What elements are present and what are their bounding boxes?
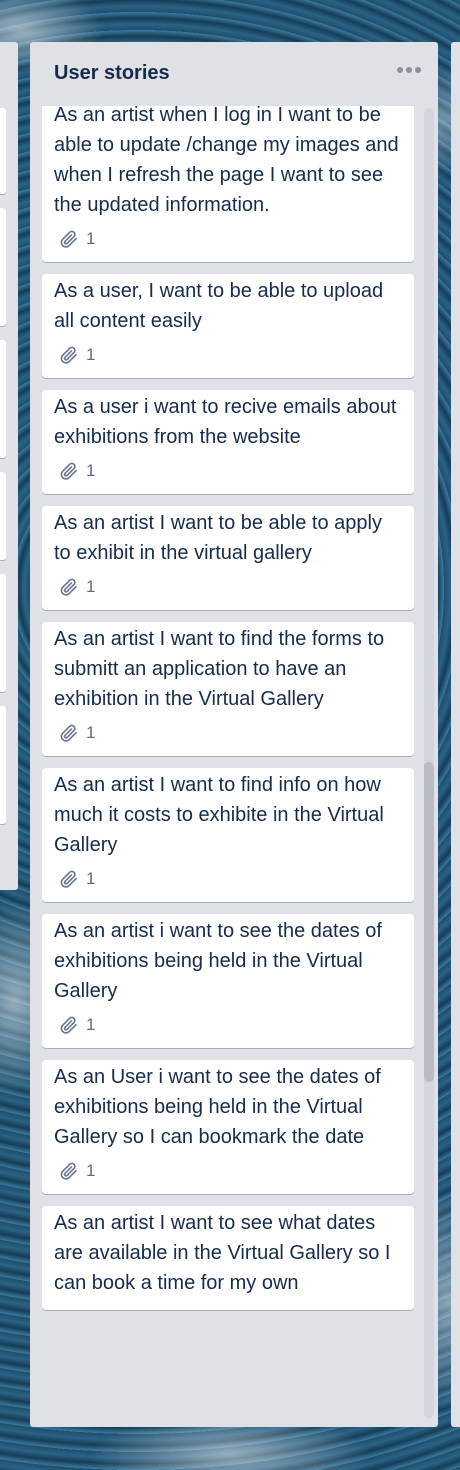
attachment-count: 1 xyxy=(86,577,96,596)
next-list-edge xyxy=(451,42,460,1427)
more-horizontal-icon[interactable] xyxy=(394,58,424,82)
attachment-count: 1 xyxy=(86,345,96,364)
attachment-count: 1 xyxy=(86,461,96,480)
attachment-badge: 1 xyxy=(54,461,95,481)
attachment-badge: 1 xyxy=(54,723,95,743)
card-badges: 1 xyxy=(54,868,402,890)
story-card[interactable]: As an artist I want to find info on how … xyxy=(42,768,414,902)
previous-list-edge xyxy=(0,42,18,890)
card-title: As an artist i want to see the dates of … xyxy=(54,920,382,1002)
card-title: As an User i want to see the dates of ex… xyxy=(54,1066,381,1148)
previous-list-card[interactable] xyxy=(0,340,6,458)
card-title: As an artist I want to be able to apply … xyxy=(54,512,382,564)
attachment-count: 1 xyxy=(86,869,96,888)
attachment-badge: 1 xyxy=(54,345,95,365)
paperclip-icon xyxy=(60,462,86,480)
attachment-badge: 1 xyxy=(54,577,95,597)
previous-list-card[interactable] xyxy=(0,208,6,326)
story-card[interactable]: As an User i want to see the dates of ex… xyxy=(42,1060,414,1194)
story-card[interactable]: As an artist i want to see the dates of … xyxy=(42,914,414,1048)
scrollbar-thumb[interactable] xyxy=(424,762,434,1082)
card-title: As an artist I want to find the forms to… xyxy=(54,628,385,710)
paperclip-icon xyxy=(60,1162,86,1180)
story-card[interactable]: As an artist when I log in I want to be … xyxy=(42,106,414,262)
list-title[interactable]: User stories xyxy=(54,62,170,85)
list-header: User stories xyxy=(30,42,438,106)
card-badges: 1 xyxy=(54,1160,402,1182)
card-title: As a user i want to recive emails about … xyxy=(54,396,397,448)
cards-container: As an artist when I log in I want to be … xyxy=(42,106,414,1427)
previous-list-card[interactable] xyxy=(0,472,6,560)
paperclip-icon xyxy=(60,1016,86,1034)
story-card[interactable]: As a user, I want to be able to upload a… xyxy=(42,274,414,378)
paperclip-icon xyxy=(60,870,86,888)
attachment-count: 1 xyxy=(86,229,96,248)
attachment-badge: 1 xyxy=(54,1161,95,1181)
story-card[interactable]: As an artist I want to be able to apply … xyxy=(42,506,414,610)
card-badges: 1 xyxy=(54,460,402,482)
attachment-count: 1 xyxy=(86,1161,96,1180)
card-badges: 1 xyxy=(54,722,402,744)
attachment-count: 1 xyxy=(86,1015,96,1034)
card-title: As an artist I want to see what dates ar… xyxy=(54,1212,391,1294)
paperclip-icon xyxy=(60,230,86,248)
paperclip-icon xyxy=(60,578,86,596)
card-badges: 1 xyxy=(54,1014,402,1036)
attachment-badge: 1 xyxy=(54,1015,95,1035)
previous-list-card[interactable] xyxy=(0,706,6,824)
list-scrollbar[interactable] xyxy=(424,108,434,1418)
story-card[interactable]: As an artist I want to find the forms to… xyxy=(42,622,414,756)
paperclip-icon xyxy=(60,724,86,742)
user-stories-list: User stories As an artist when I log in … xyxy=(30,42,438,1427)
card-title: As an artist when I log in I want to be … xyxy=(54,106,399,216)
story-card[interactable]: As an artist I want to see what dates ar… xyxy=(42,1206,414,1310)
previous-list-card[interactable] xyxy=(0,574,6,692)
card-badges: 1 xyxy=(54,344,402,366)
paperclip-icon xyxy=(60,346,86,364)
attachment-badge: 1 xyxy=(54,869,95,889)
attachment-count: 1 xyxy=(86,723,96,742)
story-card[interactable]: As a user i want to recive emails about … xyxy=(42,390,414,494)
card-title: As an artist I want to find info on how … xyxy=(54,774,384,856)
attachment-badge: 1 xyxy=(54,229,95,249)
card-title: As a user, I want to be able to upload a… xyxy=(54,280,384,332)
previous-list-card[interactable] xyxy=(0,108,6,194)
card-badges: 1 xyxy=(54,228,402,250)
card-badges: 1 xyxy=(54,576,402,598)
